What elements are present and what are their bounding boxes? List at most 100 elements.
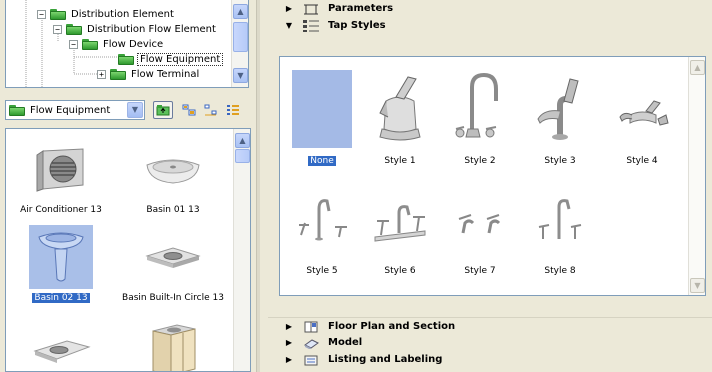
- tap-style-item[interactable]: Style 7: [440, 179, 520, 277]
- list-view-icon[interactable]: [225, 103, 241, 117]
- pane-splitter[interactable]: [256, 0, 260, 372]
- panel-title: Tap Styles: [328, 20, 386, 31]
- panel-header-floor-plan[interactable]: ▶ Floor Plan and Section: [268, 317, 712, 334]
- folder-combo[interactable]: Flow Equipment ▼: [5, 100, 145, 120]
- pedestal-basin-icon: [29, 225, 93, 289]
- tap-style-label: Style 1: [384, 156, 416, 166]
- library-item[interactable]: [6, 317, 116, 371]
- tree-item-distribution-flow-element[interactable]: − Distribution Flow Element: [53, 22, 218, 36]
- category-tree[interactable]: − Distribution Element − Distribution Fl…: [5, 0, 249, 88]
- library-item-list[interactable]: Air Conditioner 13 Basin 01 13 Basin 02 …: [5, 128, 251, 372]
- library-item-label: Basin 02 13: [32, 293, 90, 303]
- small-icons-view-icon[interactable]: [203, 103, 219, 117]
- scroll-down-button[interactable]: ▼: [233, 68, 248, 83]
- library-item[interactable]: Basin 01 13: [118, 137, 228, 216]
- library-item[interactable]: Air Conditioner 13: [6, 137, 116, 216]
- tap-style-label: Style 7: [464, 266, 496, 276]
- collapse-toggle[interactable]: −: [69, 39, 78, 49]
- folder-icon: [9, 104, 25, 116]
- tap-style-item[interactable]: Style 2: [440, 69, 520, 167]
- tap-style-item[interactable]: Style 4: [602, 69, 682, 167]
- tap-style-item[interactable]: Style 6: [360, 179, 440, 277]
- tap-style-item[interactable]: Style 8: [520, 179, 600, 277]
- library-item[interactable]: [118, 317, 228, 371]
- expand-arrow-icon: ▶: [285, 355, 293, 364]
- library-item[interactable]: Basin Built-In Circle 13: [118, 225, 228, 304]
- scroll-up-button[interactable]: ▲: [690, 60, 705, 75]
- tap-style-item[interactable]: Style 3: [520, 69, 600, 167]
- tree-item-label: Flow Device: [103, 38, 164, 50]
- parameters-icon: [302, 2, 320, 16]
- scroll-up-button[interactable]: ▲: [235, 133, 250, 148]
- expand-arrow-icon: ▶: [285, 321, 293, 331]
- tap-style-2-icon: [449, 69, 511, 149]
- folder-icon: [82, 38, 98, 50]
- tap-style-6-icon: [369, 179, 431, 259]
- tap-style-5-icon: [291, 179, 353, 259]
- scroll-thumb[interactable]: [235, 149, 250, 163]
- tree-item-distribution-element[interactable]: − Distribution Element: [37, 7, 176, 21]
- panel-title: Listing and Labeling: [328, 354, 443, 365]
- expand-toggle[interactable]: +: [97, 69, 106, 79]
- scroll-up-button[interactable]: ▲: [233, 4, 248, 19]
- tap-style-8-icon: [529, 179, 591, 259]
- scroll-thumb[interactable]: [233, 22, 248, 52]
- expand-arrow-icon: ▶: [285, 4, 293, 13]
- scroll-down-button[interactable]: ▼: [690, 278, 705, 293]
- panel-title: Floor Plan and Section: [328, 320, 456, 332]
- tap-style-4-icon: [611, 69, 673, 149]
- collapse-toggle[interactable]: −: [37, 9, 46, 19]
- counter-basin-icon: [29, 317, 93, 371]
- model-icon: [302, 336, 320, 350]
- folder-up-button[interactable]: [153, 101, 173, 119]
- large-icons-view-icon[interactable]: [181, 103, 197, 117]
- tap-style-scrollbar[interactable]: ▲ ▼: [688, 57, 705, 295]
- tap-styles-icon: [302, 19, 320, 33]
- tap-style-label: Style 3: [544, 156, 576, 166]
- tree-item-flow-equipment[interactable]: Flow Equipment: [118, 52, 224, 66]
- panel-header-parameters[interactable]: ▶ Parameters: [268, 0, 712, 17]
- folder-icon: [110, 68, 126, 80]
- panel-header-tap-styles[interactable]: ▼ Tap Styles: [268, 17, 712, 34]
- listing-icon: [302, 353, 320, 367]
- library-item-selected[interactable]: Basin 02 13: [6, 225, 116, 304]
- collapse-toggle[interactable]: −: [53, 24, 62, 34]
- tree-item-flow-device[interactable]: − Flow Device: [69, 37, 165, 51]
- air-conditioner-icon: [29, 137, 93, 201]
- tap-style-7-icon: [449, 179, 511, 259]
- library-item-label: Basin 01 13: [146, 205, 200, 215]
- folder-icon: [118, 53, 134, 65]
- library-toolbar: Flow Equipment ▼: [5, 98, 251, 122]
- collapse-arrow-icon: ▼: [285, 21, 293, 30]
- library-item-label: Basin Built-In Circle 13: [122, 293, 224, 303]
- tap-style-label: None: [308, 156, 336, 166]
- folder-icon: [66, 23, 82, 35]
- tree-item-label: Distribution Element: [71, 8, 174, 20]
- basin-icon: [141, 137, 205, 201]
- tree-item-label: Flow Terminal: [131, 68, 200, 80]
- folder-up-icon: [156, 105, 170, 116]
- cabinet-basin-icon: [141, 317, 205, 371]
- tap-style-item[interactable]: Style 5: [282, 179, 362, 277]
- tap-style-label: Style 4: [626, 156, 658, 166]
- expand-arrow-icon: ▶: [285, 338, 293, 347]
- tap-style-1-icon: [369, 69, 431, 149]
- floor-plan-icon: [302, 319, 320, 333]
- panel-header-listing[interactable]: ▶ Listing and Labeling: [268, 351, 712, 368]
- library-scrollbar[interactable]: ▲: [233, 129, 250, 371]
- tap-style-3-icon: [529, 69, 591, 149]
- tap-style-label: Style 6: [384, 266, 416, 276]
- tap-style-grid[interactable]: None Style 1 Style 2 Style 3 Style 4 Sty…: [279, 56, 706, 296]
- panel-header-model[interactable]: ▶ Model: [268, 334, 712, 351]
- tap-style-item-selected[interactable]: None: [282, 69, 362, 167]
- chevron-down-icon[interactable]: ▼: [127, 102, 143, 118]
- folder-combo-value: Flow Equipment: [30, 104, 111, 116]
- tap-style-item[interactable]: Style 1: [360, 69, 440, 167]
- tree-scrollbar[interactable]: ▲ ▼: [231, 0, 248, 87]
- built-in-basin-icon: [141, 225, 205, 289]
- tree-item-flow-terminal[interactable]: + Flow Terminal: [97, 67, 201, 81]
- panel-title: Model: [328, 337, 363, 348]
- none-swatch: [291, 69, 353, 149]
- library-item-label: Air Conditioner 13: [20, 205, 102, 215]
- folder-icon: [50, 8, 66, 20]
